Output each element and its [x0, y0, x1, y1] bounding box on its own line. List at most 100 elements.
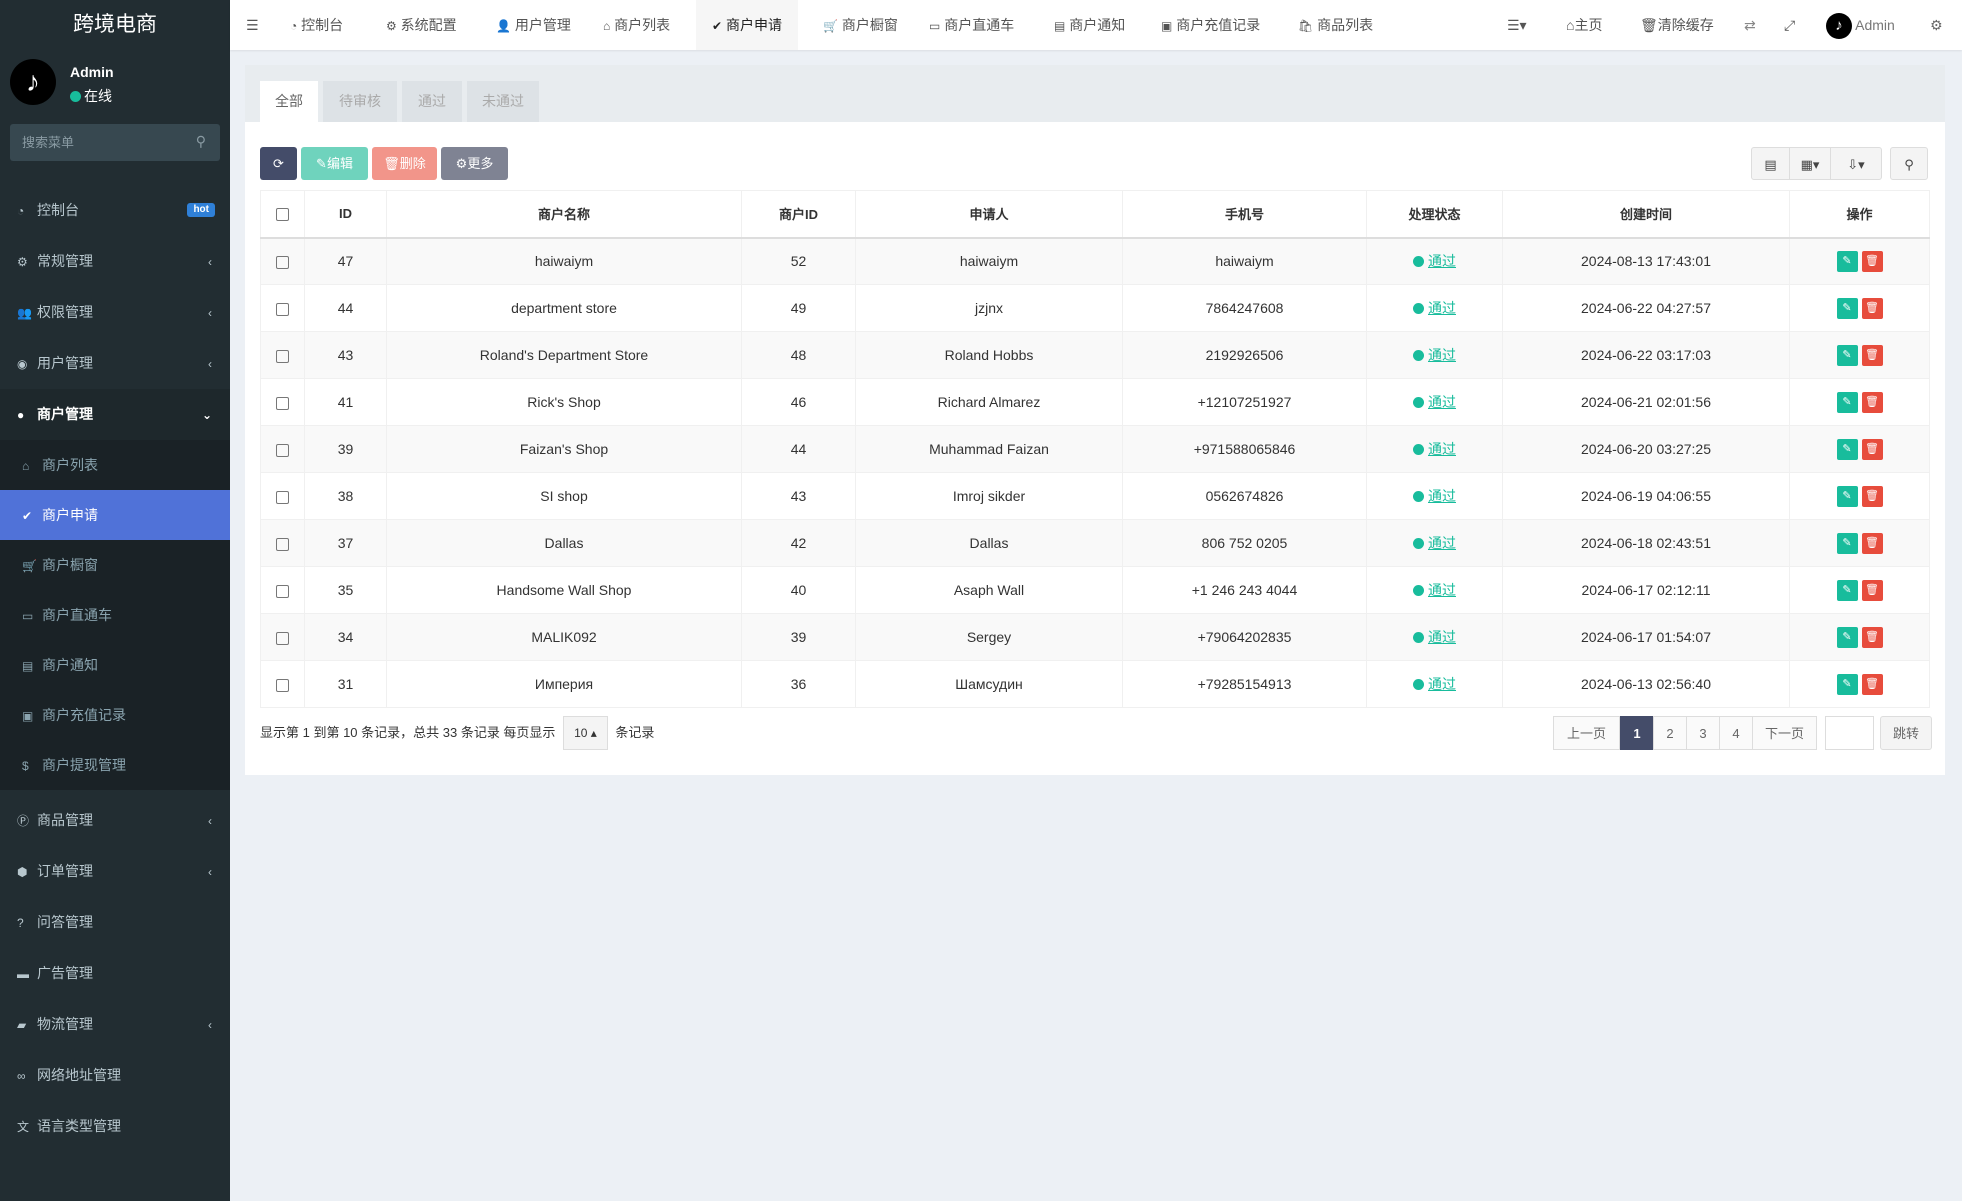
nav-tab-8[interactable]: ▣ 商户充值记录 [1161, 0, 1260, 50]
search-toggle-icon[interactable]: ⚲ [1890, 147, 1928, 180]
status-link[interactable]: 通过 [1428, 488, 1456, 504]
row-checkbox[interactable] [260, 331, 305, 379]
sidebar-subitem-5[interactable]: ▣ 商户充值记录 [0, 690, 230, 740]
edit-button[interactable]: ✎编辑 [301, 147, 368, 180]
row-checkbox[interactable] [260, 613, 305, 661]
column-header[interactable]: 手机号 [1122, 190, 1367, 239]
settings-cogs-icon[interactable]: ⚙ [1930, 0, 1943, 50]
column-header[interactable]: ID [304, 190, 387, 239]
columns-dropdown-icon[interactable]: ▦▾ [1789, 147, 1831, 180]
page-button-4[interactable]: 4 [1719, 716, 1753, 750]
sidebar-item-3[interactable]: ◉ 用户管理 ‹ [0, 338, 230, 389]
row-checkbox[interactable] [260, 472, 305, 520]
row-edit-pencil-icon[interactable]: ✎ [1836, 391, 1858, 413]
row-delete-trash-icon[interactable]: 🗑 [1861, 673, 1883, 695]
nav-tab-9[interactable]: 🛍 商品列表 [1298, 0, 1373, 50]
search-icon[interactable]: ⚲ [196, 133, 206, 150]
row-checkbox[interactable] [260, 660, 305, 708]
row-edit-pencil-icon[interactable]: ✎ [1836, 485, 1858, 507]
row-delete-trash-icon[interactable]: 🗑 [1861, 532, 1883, 554]
row-edit-pencil-icon[interactable]: ✎ [1836, 297, 1858, 319]
nav-tab-2[interactable]: 👤 用户管理 [496, 0, 571, 50]
status-link[interactable]: 通过 [1428, 394, 1456, 410]
sidebar-item-after-0[interactable]: Ⓟ 商品管理 ‹ [0, 795, 230, 846]
sidebar-subitem-1[interactable]: ✔ 商户申请 [0, 490, 230, 540]
row-delete-trash-icon[interactable]: 🗑 [1861, 250, 1883, 272]
row-edit-pencil-icon[interactable]: ✎ [1836, 626, 1858, 648]
status-link[interactable]: 通过 [1428, 629, 1456, 645]
sidebar-subitem-4[interactable]: ▤ 商户通知 [0, 640, 230, 690]
row-edit-pencil-icon[interactable]: ✎ [1836, 250, 1858, 272]
row-checkbox[interactable] [260, 284, 305, 332]
filter-tab-1[interactable]: 待审核 [323, 81, 397, 122]
row-delete-trash-icon[interactable]: 🗑 [1861, 626, 1883, 648]
row-checkbox[interactable] [260, 519, 305, 567]
filter-tab-3[interactable]: 未通过 [467, 81, 539, 122]
sidebar-item-after-3[interactable]: ▬ 广告管理 [0, 948, 230, 999]
list-dropdown-icon[interactable]: ☰▾ [1507, 0, 1527, 50]
nav-tab-6[interactable]: ▭ 商户直通车 [929, 0, 1014, 50]
sidebar-subitem-2[interactable]: 🛒 商户橱窗 [0, 540, 230, 590]
page-button-2[interactable]: 2 [1653, 716, 1687, 750]
row-checkbox[interactable] [260, 425, 305, 473]
column-header[interactable]: 创建时间 [1502, 190, 1790, 239]
row-delete-trash-icon[interactable]: 🗑 [1861, 297, 1883, 319]
sidebar-subitem-6[interactable]: $ 商户提现管理 [0, 740, 230, 790]
row-delete-trash-icon[interactable]: 🗑 [1861, 485, 1883, 507]
next-page-button[interactable]: 下一页 [1752, 716, 1817, 750]
jump-page-input[interactable] [1825, 716, 1874, 750]
nav-home[interactable]: ⌂主页 [1566, 0, 1602, 50]
admin-menu[interactable]: ♪ Admin [1826, 0, 1895, 50]
page-button-1[interactable]: 1 [1620, 716, 1654, 750]
sidebar-subitem-0[interactable]: ⌂ 商户列表 [0, 440, 230, 490]
row-delete-trash-icon[interactable]: 🗑 [1861, 438, 1883, 460]
sidebar-item-after-5[interactable]: ∞ 网络地址管理 [0, 1050, 230, 1101]
export-dropdown-icon[interactable]: ⇩▾ [1830, 147, 1882, 180]
more-button[interactable]: ⚙更多 [441, 147, 508, 180]
row-edit-pencil-icon[interactable]: ✎ [1836, 532, 1858, 554]
nav-tab-7[interactable]: ▤ 商户通知 [1054, 0, 1125, 50]
column-header[interactable]: 处理状态 [1366, 190, 1503, 239]
filter-tab-0[interactable]: 全部 [260, 81, 318, 122]
row-edit-pencil-icon[interactable]: ✎ [1836, 673, 1858, 695]
menu-toggle-icon[interactable]: ☰ [246, 0, 259, 50]
column-header[interactable]: 商户ID [741, 190, 856, 239]
row-delete-trash-icon[interactable]: 🗑 [1861, 579, 1883, 601]
status-link[interactable]: 通过 [1428, 253, 1456, 269]
sidebar-item-after-4[interactable]: ▰ 物流管理 ‹ [0, 999, 230, 1050]
sidebar-item-1[interactable]: ⚙ 常规管理 ‹ [0, 236, 230, 287]
status-link[interactable]: 通过 [1428, 676, 1456, 692]
jump-button[interactable]: 跳转 [1880, 716, 1932, 750]
sidebar-item-after-6[interactable]: 文语言类型管理 [0, 1101, 230, 1152]
row-checkbox[interactable] [260, 237, 305, 285]
toggle-view-icon[interactable]: ▤ [1751, 147, 1790, 180]
nav-tab-4[interactable]: ✔ 商户申请 [696, 0, 798, 50]
select-all-checkbox[interactable] [260, 190, 305, 239]
filter-tab-2[interactable]: 通过 [402, 81, 462, 122]
prev-page-button[interactable]: 上一页 [1553, 716, 1620, 750]
status-link[interactable]: 通过 [1428, 441, 1456, 457]
row-checkbox[interactable] [260, 566, 305, 614]
sidebar-item-after-1[interactable]: ⬢ 订单管理 ‹ [0, 846, 230, 897]
row-checkbox[interactable] [260, 378, 305, 426]
nav-tab-1[interactable]: ⚙ 系统配置 [386, 0, 457, 50]
sidebar-item-after-2[interactable]: ? 问答管理 [0, 897, 230, 948]
row-edit-pencil-icon[interactable]: ✎ [1836, 438, 1858, 460]
nav-tab-0[interactable]: ◔ 控制台 [290, 0, 343, 50]
sidebar-item-2[interactable]: 👥 权限管理 ‹ [0, 287, 230, 338]
row-delete-trash-icon[interactable]: 🗑 [1861, 344, 1883, 366]
nav-clear-cache[interactable]: 🗑清除缓存 [1640, 0, 1714, 50]
status-link[interactable]: 通过 [1428, 582, 1456, 598]
status-link[interactable]: 通过 [1428, 535, 1456, 551]
page-size-select[interactable]: 10 ▴ [563, 716, 608, 750]
sidebar-item-0[interactable]: ◔ 控制台 hot [0, 185, 230, 236]
column-header[interactable]: 申请人 [855, 190, 1123, 239]
refresh-button[interactable]: ⟳ [260, 147, 297, 180]
nav-tab-5[interactable]: 🛒 商户橱窗 [823, 0, 898, 50]
status-link[interactable]: 通过 [1428, 300, 1456, 316]
row-delete-trash-icon[interactable]: 🗑 [1861, 391, 1883, 413]
menu-search-input[interactable] [10, 124, 220, 161]
page-button-3[interactable]: 3 [1686, 716, 1720, 750]
app-logo[interactable]: 跨境电商 [0, 0, 230, 50]
fullscreen-icon[interactable]: ⤢ [1784, 0, 1795, 50]
